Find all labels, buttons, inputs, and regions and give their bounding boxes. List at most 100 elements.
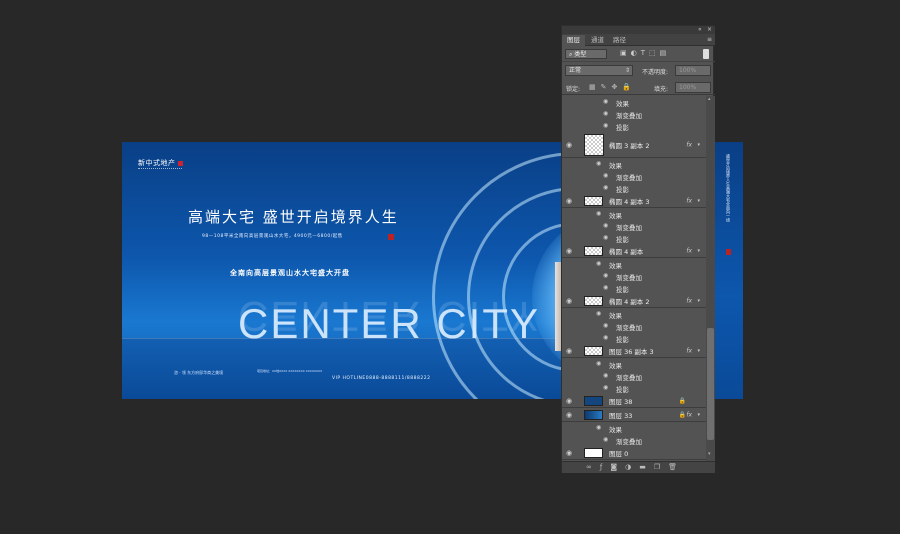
trash-icon[interactable]: 🗑: [668, 463, 685, 471]
lock-transparent-icon[interactable]: ▦: [589, 83, 601, 91]
eye-icon[interactable]: ◉: [603, 436, 608, 443]
eye-icon[interactable]: ◉: [566, 247, 572, 255]
layer-row[interactable]: ◉ 椭圆 4 副本 fx ▾: [562, 244, 706, 258]
fx-icon[interactable]: fx: [686, 141, 692, 148]
eye-icon[interactable]: ◉: [596, 210, 601, 217]
tab-paths[interactable]: 路径: [608, 35, 631, 46]
scrollbar-thumb[interactable]: [707, 328, 714, 440]
effect-row: ◉ 效果: [596, 260, 622, 270]
eye-icon[interactable]: ◉: [603, 334, 608, 341]
layer-row[interactable]: ◉ 图层 38 🔒: [562, 394, 706, 408]
smart-filter-icon[interactable]: ▤: [660, 49, 671, 57]
adjust-filter-icon[interactable]: ◐: [631, 49, 641, 57]
shape-filter-icon[interactable]: ⬚: [649, 49, 660, 57]
lock-move-icon[interactable]: ✥: [612, 83, 623, 91]
chevron-down-icon[interactable]: ▾: [697, 142, 700, 148]
text-filter-icon[interactable]: T: [641, 49, 649, 57]
headline: 高端大宅 盛世开启境界人生: [188, 208, 399, 226]
mask-icon[interactable]: ◙: [610, 463, 625, 471]
scroll-down-icon[interactable]: ▾: [708, 451, 711, 457]
layer-name: 椭圆 4 副本 2: [609, 297, 650, 306]
eye-icon[interactable]: ◉: [596, 360, 601, 367]
chevron-down-icon[interactable]: ▾: [697, 248, 700, 254]
tab-layers[interactable]: 图层: [562, 35, 585, 46]
eye-icon[interactable]: ◉: [596, 160, 601, 167]
eye-icon[interactable]: ◉: [566, 347, 572, 355]
filter-icons: ▣◐T⬚▤: [620, 49, 670, 57]
link-icon[interactable]: ∞: [586, 463, 600, 471]
layer-row[interactable]: ◉ 图层 36 副本 3 fx ▾: [562, 344, 706, 358]
fx-icon[interactable]: fx: [686, 297, 692, 304]
eye-icon[interactable]: ◉: [566, 297, 572, 305]
eye-icon[interactable]: ◉: [603, 122, 608, 129]
eye-icon[interactable]: ◉: [596, 424, 601, 431]
effect-row: ◉ 渐变叠加: [603, 172, 642, 182]
fx-icon[interactable]: fx: [686, 197, 692, 204]
filter-toggle[interactable]: [703, 49, 709, 59]
chevron-down-icon[interactable]: ▾: [697, 412, 700, 418]
new-layer-icon[interactable]: ❐: [654, 463, 668, 471]
fill-field[interactable]: 100%: [675, 82, 711, 93]
fx-icon[interactable]: ƒ: [600, 463, 610, 471]
eye-icon[interactable]: ◉: [566, 411, 572, 419]
effect-row: ◉ 投影: [603, 334, 629, 344]
scroll-up-icon[interactable]: ▴: [708, 96, 711, 102]
tab-channels[interactable]: 通道: [586, 35, 609, 46]
panel-tabs: 图层 通道 路径 ≡: [562, 34, 715, 46]
eye-icon[interactable]: ◉: [596, 260, 601, 267]
chevron-down-icon[interactable]: ▾: [697, 348, 700, 354]
effect-row: ◉ 投影: [603, 384, 629, 394]
adjustment-icon[interactable]: ◑: [625, 463, 639, 471]
folder-icon[interactable]: ▬: [639, 463, 654, 471]
lock-all-icon[interactable]: 🔒: [622, 83, 636, 91]
blend-row: 正常 ⇕ 不透明度: 100%: [562, 63, 715, 79]
layer-row[interactable]: ◉ 椭圆 3 副本 2 fx ▾: [562, 132, 706, 158]
eye-icon[interactable]: ◉: [596, 310, 601, 317]
eye-icon[interactable]: ◉: [566, 397, 572, 405]
eye-icon[interactable]: ◉: [603, 322, 608, 329]
close-icon[interactable]: ×: [707, 26, 712, 33]
panel-titlebar[interactable]: « ×: [562, 26, 715, 34]
layer-thumbnail: [584, 447, 603, 458]
layer-name: 图层 33: [609, 411, 633, 420]
eye-icon[interactable]: ◉: [566, 449, 572, 457]
eye-icon[interactable]: ◉: [603, 110, 608, 117]
effect-row: ◉ 效果: [596, 160, 622, 170]
layer-thumbnail: [584, 409, 603, 420]
logo-seal: [177, 160, 183, 166]
eye-icon[interactable]: ◉: [603, 384, 608, 391]
eye-icon[interactable]: ◉: [603, 234, 608, 241]
blend-mode-select[interactable]: 正常 ⇕: [565, 65, 633, 76]
fx-icon[interactable]: fx: [686, 411, 692, 418]
eye-icon[interactable]: ◉: [603, 272, 608, 279]
fx-icon[interactable]: fx: [686, 347, 692, 354]
layer-row[interactable]: ◉ 图层 0: [562, 446, 706, 460]
layer-thumbnail: [584, 133, 604, 156]
fill-label: 填充:: [654, 86, 669, 93]
eye-icon[interactable]: ◉: [603, 98, 608, 105]
chevron-down-icon[interactable]: ▾: [697, 298, 700, 304]
layer-row[interactable]: ◉ 椭圆 4 副本 3 fx ▾: [562, 194, 706, 208]
image-filter-icon[interactable]: ▣: [620, 49, 631, 57]
eye-icon[interactable]: ◉: [566, 197, 572, 205]
chevron-down-icon[interactable]: ▾: [697, 198, 700, 204]
lock-paint-icon[interactable]: ✎: [601, 83, 612, 91]
eye-icon[interactable]: ◉: [603, 372, 608, 379]
eye-icon[interactable]: ◉: [603, 184, 608, 191]
lock-icon: 🔒: [678, 397, 686, 404]
fx-icon[interactable]: fx: [686, 247, 692, 254]
eye-icon[interactable]: ◉: [603, 284, 608, 291]
eye-icon[interactable]: ◉: [566, 141, 572, 149]
layer-list-scrollbar[interactable]: ▴ ▾: [706, 96, 715, 461]
collapse-icon[interactable]: «: [698, 26, 702, 33]
effect-row: ◉ 效果: [596, 424, 622, 434]
opacity-label: 不透明度:: [642, 69, 669, 76]
layer-row[interactable]: ◉ 椭圆 4 副本 2 fx ▾: [562, 294, 706, 308]
vertical-seal: [726, 249, 731, 255]
opacity-field[interactable]: 100%: [675, 65, 711, 76]
eye-icon[interactable]: ◉: [603, 222, 608, 229]
layer-row[interactable]: ◉ 图层 33 🔒 fx ▾: [562, 408, 706, 422]
panel-menu-icon[interactable]: ≡: [707, 36, 712, 43]
filter-type-select[interactable]: ⌕ 类型: [565, 49, 607, 59]
eye-icon[interactable]: ◉: [603, 172, 608, 179]
